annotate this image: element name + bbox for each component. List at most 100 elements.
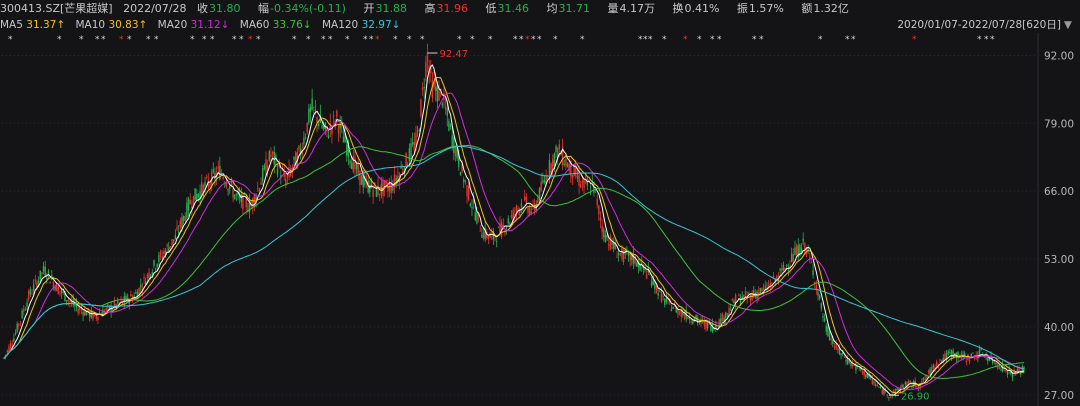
candle-body [932,365,935,368]
candle-body [858,367,860,369]
event-star-marker: * [239,35,244,45]
candle-body [690,321,692,323]
candle-body [448,120,450,131]
candle-body [540,181,542,191]
candle-body [321,125,323,128]
event-star-marker: * [8,35,13,45]
candle-body [655,285,658,293]
candle-body [262,168,264,182]
candle-body [202,184,205,197]
candle-body [161,255,163,259]
candle-body [901,385,903,388]
event-star-marker: * [513,35,518,45]
candle-body [794,247,796,256]
candle-body [19,321,22,323]
candle-body [258,188,261,192]
candle-body [222,177,224,180]
candle-body [809,256,811,258]
event-star-marker: * [369,35,374,45]
candle-body [510,214,513,218]
candle-body [599,217,602,221]
candle-body [888,397,890,398]
event-star-marker: * [470,35,475,45]
candle-body [182,216,185,221]
event-star-marker: * [154,35,159,45]
candle-body [47,270,50,274]
candle-body [225,183,228,188]
candle-body [924,379,926,380]
candle-body [552,159,554,170]
candle-body [214,172,216,180]
candle-body [405,152,407,166]
candle-body [563,164,565,166]
candle-body [276,168,279,175]
candle-body [420,99,422,116]
candle-body [749,294,752,302]
candle-body [762,288,765,291]
candle-body [645,274,648,279]
candle-body [1000,369,1002,371]
candle-body [59,291,61,293]
y-tick-label: 27.00 [1044,390,1074,402]
candle-body [227,189,229,191]
candle-body [530,211,533,213]
candle-body [957,351,959,359]
candle-body [350,162,353,169]
candle-body [174,235,177,240]
candle-body [6,350,8,353]
candle-body [678,312,681,314]
candle-body [293,156,295,161]
candle-body [85,311,88,316]
candle-body [761,288,763,291]
candle-body [583,179,585,188]
candle-body [92,311,94,320]
candle-body [322,125,325,130]
candle-body [187,198,190,211]
candle-body [810,262,813,264]
candle-body [304,137,307,138]
candle-body [113,301,116,305]
candle-body [825,325,827,332]
candle-body [944,353,946,360]
event-star-marker: * [710,35,715,45]
candle-body [42,265,45,272]
candle-body [112,308,114,310]
candle-body [598,205,600,215]
candle-body [418,129,420,131]
candle-body [9,342,12,348]
candle-body [82,311,84,316]
candle-body [878,386,880,388]
candle-body [260,182,262,185]
candle-body [257,188,259,190]
event-star-marker: * [683,35,688,45]
candle-body [357,164,359,175]
candle-body [69,300,71,303]
candle-body [949,352,951,354]
candle-body [153,260,155,266]
candle-body [408,148,411,162]
candle-body [1015,373,1017,375]
ma20-line [3,92,1025,391]
candlestick-chart[interactable]: * * * * * * * * * * * * * * * * * * * * * * * * * * * * * * * * * * * * * * * *… [0,0,1080,406]
candle-body [804,243,806,250]
candle-body [833,347,836,349]
candle-body [555,146,557,153]
candle-body [497,226,500,228]
candle-body [670,309,673,312]
candle-body [387,187,389,192]
candle-body [464,180,467,182]
candle-body [220,172,223,174]
candle-body [466,185,468,197]
event-star-marker: * [101,35,106,45]
candle-body [886,394,888,397]
candle-body [683,315,686,317]
candle-body [495,241,498,243]
candle-body [931,366,933,373]
candle-body [487,236,490,239]
candle-body [767,285,770,287]
candle-body [250,205,252,207]
candle-body [143,277,145,279]
candle-body [935,361,938,366]
candle-body [196,193,198,200]
candle-body [184,216,186,221]
